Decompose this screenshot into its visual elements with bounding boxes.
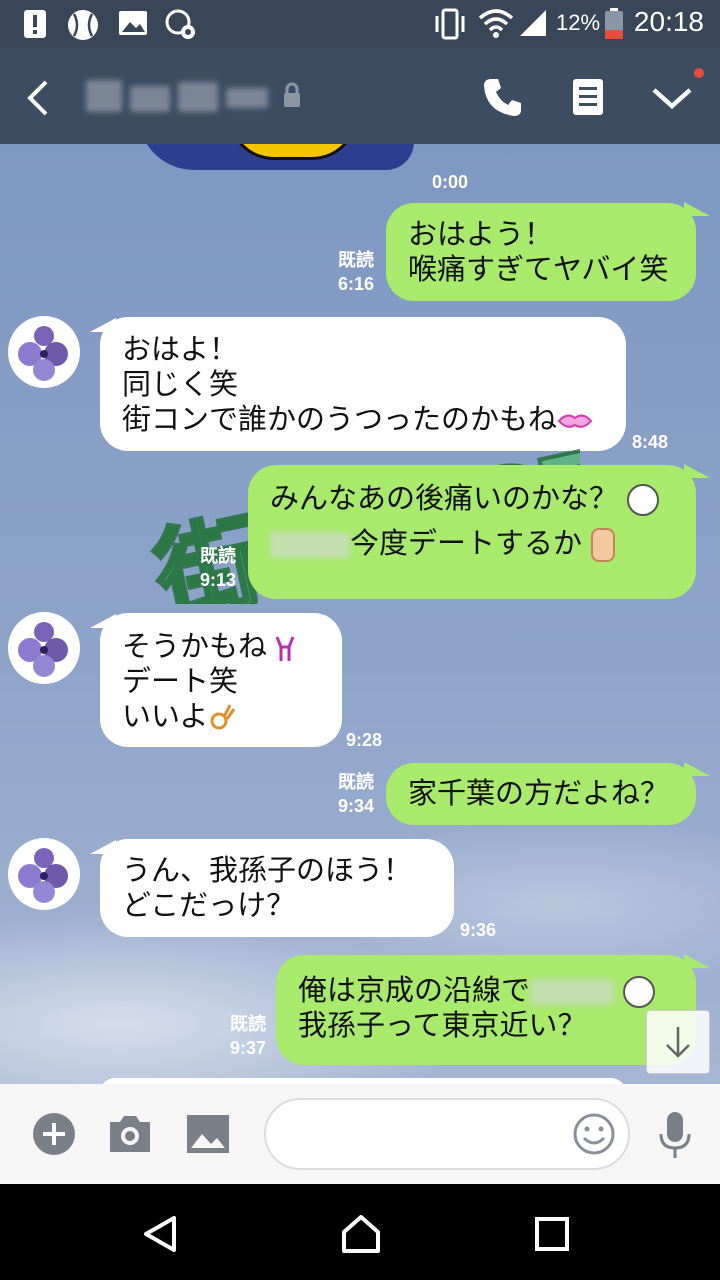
avatar[interactable] bbox=[8, 838, 80, 910]
message-text: どこだっけ？ bbox=[122, 888, 296, 922]
redacted-text bbox=[270, 532, 350, 558]
back-icon[interactable] bbox=[24, 78, 52, 118]
alert-icon bbox=[24, 10, 46, 38]
signal-icon bbox=[520, 10, 546, 36]
message-text: おはよ！ bbox=[122, 332, 239, 366]
phone-icon[interactable] bbox=[482, 76, 524, 118]
message-bubble-received[interactable]: うん、我孫子のほう！ どこだっけ？ bbox=[100, 839, 454, 937]
status-bar: 12% 20:18 bbox=[0, 0, 720, 48]
wifi-icon bbox=[478, 9, 514, 38]
message-time: 8:48 bbox=[632, 432, 669, 452]
message-text: 街コンで誰かのうつったのかもね bbox=[122, 402, 604, 437]
message-text: うん、我孫子のほう！ bbox=[122, 853, 413, 887]
emoji-icon[interactable] bbox=[572, 1112, 616, 1156]
message-bubble-received[interactable]: そうかもね デート笑 いいよ bbox=[100, 613, 342, 747]
message-text: おはよう！ bbox=[408, 217, 554, 251]
read-receipt: 既読 9:13 bbox=[199, 546, 236, 590]
settings-sync-icon bbox=[165, 9, 195, 39]
message-text: 俺は京成の沿線で bbox=[298, 973, 674, 1008]
lock-icon bbox=[284, 82, 300, 107]
avatar[interactable] bbox=[8, 612, 80, 684]
message-input[interactable] bbox=[264, 1098, 630, 1170]
face-emoji-icon bbox=[623, 976, 656, 1008]
image-icon bbox=[119, 11, 147, 35]
message-bubble-received[interactable]: おはよ！ 同じく笑 街コンで誰かのうつったのかもね bbox=[100, 317, 626, 451]
contact-name-redacted[interactable] bbox=[86, 76, 276, 116]
read-receipt: 既読 6:16 bbox=[337, 250, 374, 294]
arrow-down-icon bbox=[666, 1027, 690, 1058]
read-receipt: 既読 9:34 bbox=[337, 772, 374, 816]
message-text: 今度デートするか bbox=[270, 526, 674, 562]
mic-icon[interactable] bbox=[656, 1110, 694, 1160]
pansy-avatar-icon bbox=[18, 848, 68, 903]
input-bar bbox=[0, 1084, 720, 1184]
message-text: デート笑 bbox=[122, 664, 239, 698]
vibrate-icon bbox=[435, 8, 465, 40]
message-time: 9:28 bbox=[346, 730, 383, 750]
message-text: 同じく笑 bbox=[122, 367, 239, 401]
ok-hand-icon bbox=[210, 704, 236, 730]
message-text: いいよ bbox=[122, 699, 320, 734]
read-receipt: 既読 9:37 bbox=[229, 1014, 266, 1058]
message-time: 0:00 bbox=[432, 172, 469, 192]
clock: 20:18 bbox=[633, 6, 704, 37]
battery-icon bbox=[605, 8, 623, 39]
sticker-partial[interactable] bbox=[138, 144, 414, 170]
pansy-avatar-icon bbox=[18, 326, 68, 381]
notes-icon[interactable] bbox=[572, 78, 604, 116]
redacted-text bbox=[530, 979, 615, 1005]
notification-dot bbox=[694, 68, 704, 78]
lips-emoji-icon bbox=[557, 414, 593, 428]
image-icon[interactable] bbox=[186, 1114, 230, 1154]
system-nav-bar bbox=[0, 1184, 720, 1280]
message-text: 我孫子って東京近い？ bbox=[298, 1008, 587, 1042]
battery-percent: 12% bbox=[556, 10, 601, 35]
message-bubble-sent[interactable]: 俺は京成の沿線で 我孫子って東京近い？ bbox=[276, 955, 696, 1065]
nav-back-icon[interactable] bbox=[140, 1214, 180, 1254]
cheer-emoji-icon bbox=[275, 636, 295, 661]
message-text: 喉痛すぎてヤバイ笑 bbox=[408, 252, 669, 286]
nav-recents-icon[interactable] bbox=[534, 1216, 570, 1252]
message-bubble-sent[interactable]: おはよう！ 喉痛すぎてヤバイ笑 bbox=[386, 203, 696, 301]
add-icon[interactable] bbox=[32, 1112, 76, 1156]
chat-area[interactable]: 0:00 既読 6:16 おはよう！ 喉痛すぎてヤバイ笑 おはよ！ 同じく笑 街コ… bbox=[0, 144, 720, 1084]
message-bubble-sent[interactable]: 家千葉の方だよね？ bbox=[386, 763, 696, 825]
chat-header bbox=[0, 48, 720, 144]
face-emoji-icon bbox=[627, 484, 660, 516]
chevron-down-icon[interactable] bbox=[650, 84, 694, 112]
nav-home-icon[interactable] bbox=[340, 1214, 382, 1254]
scroll-to-bottom-button[interactable] bbox=[646, 1010, 710, 1074]
thumbs-up-icon bbox=[591, 528, 616, 562]
message-time: 9:36 bbox=[460, 920, 497, 940]
message-text: そうかもね bbox=[122, 629, 320, 664]
baseball-icon bbox=[68, 10, 98, 40]
camera-icon[interactable] bbox=[108, 1114, 152, 1154]
avatar[interactable] bbox=[8, 316, 80, 388]
message-bubble-sent[interactable]: みんなあの後痛いのかな？ 今度デートするか bbox=[248, 465, 696, 599]
message-text: 家千葉の方だよね？ bbox=[408, 776, 670, 810]
pansy-avatar-icon bbox=[18, 622, 68, 677]
message-text: みんなあの後痛いのかな？ bbox=[270, 481, 674, 516]
